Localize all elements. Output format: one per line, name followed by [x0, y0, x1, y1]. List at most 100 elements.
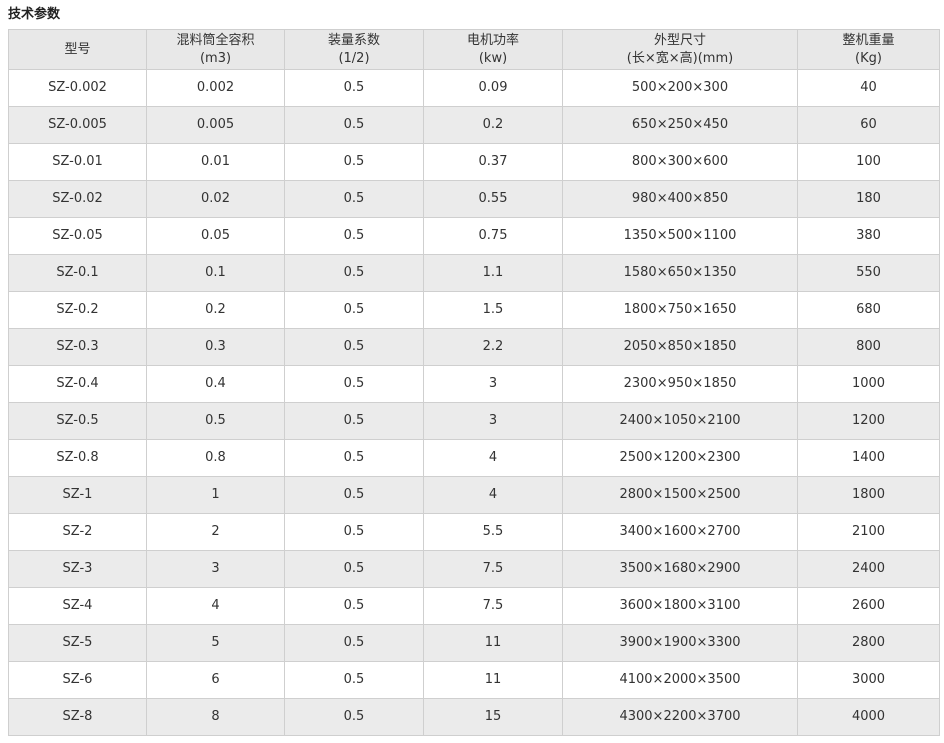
cell-model: SZ-6	[8, 661, 147, 699]
cell-model: SZ-4	[8, 587, 147, 625]
cell-loading-factor: 0.5	[284, 661, 424, 699]
cell-weight: 60	[797, 106, 940, 144]
cell-dimensions: 650×250×450	[562, 106, 798, 144]
cell-dimensions: 2500×1200×2300	[562, 439, 798, 477]
cell-dimensions: 500×200×300	[562, 69, 798, 107]
cell-motor-power: 0.09	[423, 69, 563, 107]
cell-dimensions: 3900×1900×3300	[562, 624, 798, 662]
cell-model: SZ-0.8	[8, 439, 147, 477]
cell-dimensions: 3500×1680×2900	[562, 550, 798, 588]
table-row: SZ-3 3 0.5 7.5 3500×1680×2900 2400	[8, 550, 940, 588]
table-row: SZ-5 5 0.5 11 3900×1900×3300 2800	[8, 624, 940, 662]
cell-loading-factor: 0.5	[284, 69, 424, 107]
cell-volume: 3	[146, 550, 285, 588]
cell-model: SZ-3	[8, 550, 147, 588]
page-title: 技术参数	[8, 7, 61, 22]
cell-loading-factor: 0.5	[284, 106, 424, 144]
cell-weight: 800	[797, 328, 940, 366]
cell-loading-factor: 0.5	[284, 291, 424, 329]
table-row: SZ-0.5 0.5 0.5 3 2400×1050×2100 1200	[8, 402, 940, 440]
cell-dimensions: 4300×2200×3700	[562, 698, 798, 736]
cell-weight: 2100	[797, 513, 940, 551]
cell-weight: 1200	[797, 402, 940, 440]
table-row: SZ-0.2 0.2 0.5 1.5 1800×750×1650 680	[8, 291, 940, 329]
cell-loading-factor: 0.5	[284, 550, 424, 588]
cell-volume: 8	[146, 698, 285, 736]
cell-weight: 40	[797, 69, 940, 107]
cell-model: SZ-0.5	[8, 402, 147, 440]
cell-motor-power: 0.37	[423, 143, 563, 181]
cell-volume: 0.8	[146, 439, 285, 477]
cell-motor-power: 0.2	[423, 106, 563, 144]
cell-weight: 1000	[797, 365, 940, 403]
cell-volume: 0.01	[146, 143, 285, 181]
cell-volume: 0.4	[146, 365, 285, 403]
cell-motor-power: 4	[423, 476, 563, 514]
cell-motor-power: 1.5	[423, 291, 563, 329]
cell-volume: 0.3	[146, 328, 285, 366]
cell-model: SZ-0.02	[8, 180, 147, 218]
cell-dimensions: 2400×1050×2100	[562, 402, 798, 440]
table-row: SZ-8 8 0.5 15 4300×2200×3700 4000	[8, 698, 940, 736]
cell-volume: 0.002	[146, 69, 285, 107]
table-row: SZ-4 4 0.5 7.5 3600×1800×3100 2600	[8, 587, 940, 625]
cell-dimensions: 3600×1800×3100	[562, 587, 798, 625]
cell-motor-power: 2.2	[423, 328, 563, 366]
cell-model: SZ-5	[8, 624, 147, 662]
cell-weight: 2600	[797, 587, 940, 625]
cell-volume: 0.5	[146, 402, 285, 440]
header-loading-factor: 装量系数 (1/2)	[284, 29, 424, 70]
table-row: SZ-0.05 0.05 0.5 0.75 1350×500×1100 380	[8, 217, 940, 255]
table-row: SZ-1 1 0.5 4 2800×1500×2500 1800	[8, 476, 940, 514]
cell-loading-factor: 0.5	[284, 439, 424, 477]
table-row: SZ-2 2 0.5 5.5 3400×1600×2700 2100	[8, 513, 940, 551]
cell-motor-power: 15	[423, 698, 563, 736]
header-dimensions: 外型尺寸 (长×宽×高)(mm)	[562, 29, 798, 70]
cell-model: SZ-0.05	[8, 217, 147, 255]
cell-motor-power: 3	[423, 402, 563, 440]
header-weight: 整机重量 (Kg)	[797, 29, 940, 70]
cell-weight: 380	[797, 217, 940, 255]
spec-table: 型号 混料筒全容积 (m3) 装量系数 (1/2) 电机功率 (kw) 外型尺寸 (长×…	[8, 29, 940, 736]
cell-volume: 2	[146, 513, 285, 551]
cell-model: SZ-0.4	[8, 365, 147, 403]
cell-volume: 0.02	[146, 180, 285, 218]
cell-weight: 1400	[797, 439, 940, 477]
cell-volume: 0.2	[146, 291, 285, 329]
cell-loading-factor: 0.5	[284, 328, 424, 366]
cell-weight: 2800	[797, 624, 940, 662]
table-header-row: 型号 混料筒全容积 (m3) 装量系数 (1/2) 电机功率 (kw) 外型尺寸 (长×…	[8, 29, 940, 70]
cell-model: SZ-0.01	[8, 143, 147, 181]
cell-dimensions: 2050×850×1850	[562, 328, 798, 366]
cell-loading-factor: 0.5	[284, 143, 424, 181]
cell-volume: 0.05	[146, 217, 285, 255]
cell-model: SZ-1	[8, 476, 147, 514]
cell-loading-factor: 0.5	[284, 217, 424, 255]
cell-weight: 550	[797, 254, 940, 292]
cell-model: SZ-0.2	[8, 291, 147, 329]
cell-weight: 3000	[797, 661, 940, 699]
cell-weight: 180	[797, 180, 940, 218]
cell-loading-factor: 0.5	[284, 698, 424, 736]
cell-loading-factor: 0.5	[284, 587, 424, 625]
table-body: SZ-0.002 0.002 0.5 0.09 500×200×300 40 SZ-0.00…	[8, 69, 940, 736]
header-motor-power: 电机功率 (kw)	[423, 29, 563, 70]
table-row: SZ-0.002 0.002 0.5 0.09 500×200×300 40	[8, 69, 940, 107]
cell-dimensions: 980×400×850	[562, 180, 798, 218]
cell-dimensions: 2800×1500×2500	[562, 476, 798, 514]
cell-motor-power: 4	[423, 439, 563, 477]
table-row: SZ-0.01 0.01 0.5 0.37 800×300×600 100	[8, 143, 940, 181]
cell-model: SZ-0.3	[8, 328, 147, 366]
cell-motor-power: 11	[423, 624, 563, 662]
cell-volume: 4	[146, 587, 285, 625]
cell-motor-power: 11	[423, 661, 563, 699]
table-row: SZ-0.8 0.8 0.5 4 2500×1200×2300 1400	[8, 439, 940, 477]
header-volume: 混料筒全容积 (m3)	[146, 29, 285, 70]
cell-motor-power: 0.75	[423, 217, 563, 255]
cell-motor-power: 1.1	[423, 254, 563, 292]
cell-weight: 680	[797, 291, 940, 329]
header-model: 型号	[8, 29, 147, 70]
cell-loading-factor: 0.5	[284, 180, 424, 218]
cell-dimensions: 800×300×600	[562, 143, 798, 181]
cell-loading-factor: 0.5	[284, 476, 424, 514]
